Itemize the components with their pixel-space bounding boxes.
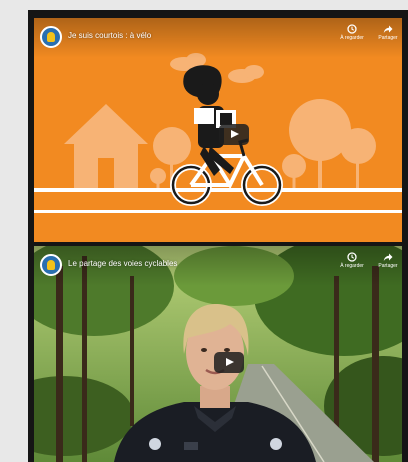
share-label: Partager <box>378 263 398 269</box>
video-top-bar: Je suis courtois : à vélo À regarder Par… <box>34 18 402 58</box>
video-player-courtesy-bike[interactable]: Je suis courtois : à vélo À regarder Par… <box>34 18 402 242</box>
channel-avatar[interactable] <box>40 254 62 276</box>
share-arrow-icon <box>383 253 393 261</box>
video-title[interactable]: Le partage des voies cyclables <box>68 259 177 268</box>
video-gallery: Je suis courtois : à vélo À regarder Par… <box>28 10 408 462</box>
video-player-bike-lane-sharing[interactable]: Le partage des voies cyclables À regarde… <box>34 246 402 462</box>
watch-later-button[interactable]: À regarder <box>334 24 370 41</box>
play-button[interactable] <box>214 352 244 373</box>
share-arrow-icon <box>383 25 393 33</box>
video-top-bar: Le partage des voies cyclables À regarde… <box>34 246 402 286</box>
watch-later-button[interactable]: À regarder <box>334 252 370 269</box>
watch-later-label: À regarder <box>340 263 364 269</box>
clock-icon <box>347 24 357 34</box>
share-button[interactable]: Partager <box>370 24 402 41</box>
clock-icon <box>347 252 357 262</box>
share-button[interactable]: Partager <box>370 252 402 269</box>
share-label: Partager <box>378 35 398 41</box>
channel-avatar[interactable] <box>40 26 62 48</box>
watch-later-label: À regarder <box>340 35 364 41</box>
video-title[interactable]: Je suis courtois : à vélo <box>68 31 151 40</box>
play-button[interactable] <box>219 124 249 145</box>
